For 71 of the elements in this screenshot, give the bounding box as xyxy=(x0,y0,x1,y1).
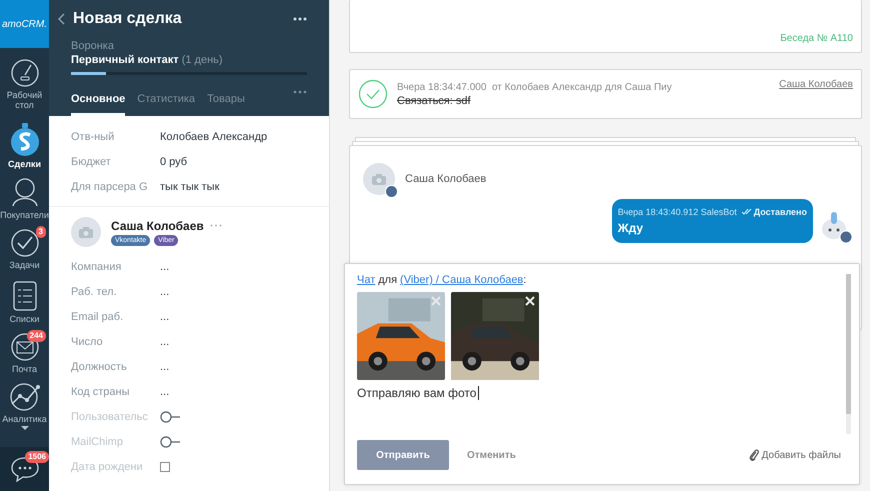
message-text: Жду xyxy=(618,221,644,235)
message-field[interactable]: Отправляю вам фото xyxy=(357,386,847,426)
line-graph-icon xyxy=(8,382,40,412)
count-badge: 244 xyxy=(26,330,46,342)
checkmark-icon xyxy=(10,228,40,258)
field-label: Email раб. xyxy=(71,311,124,323)
vk-badge-icon xyxy=(385,185,398,198)
list-icon xyxy=(12,280,38,312)
dollar-icon xyxy=(10,122,40,157)
caret-icon xyxy=(20,426,28,430)
field-label: Для парсера G xyxy=(71,181,149,193)
gauge-icon xyxy=(10,58,40,88)
task-meta: Вчера 18:34:47.000 от Колобаев Александр для Саша Пиу xyxy=(397,82,672,92)
field-label: MailChimp xyxy=(71,436,124,448)
back-icon[interactable] xyxy=(57,13,65,25)
stage-name[interactable]: Первичный контакт xyxy=(71,54,179,66)
field-value[interactable]: тык тык тык xyxy=(160,181,220,193)
chat-link[interactable]: Чат xyxy=(357,274,376,286)
field-value[interactable]: 0 руб xyxy=(160,156,188,168)
field-label: Код страны xyxy=(71,386,131,398)
more-icon[interactable] xyxy=(293,17,307,21)
recipient-link[interactable]: (Viber) / Саша Колобаев xyxy=(400,274,524,286)
nav-item[interactable]: Сделки xyxy=(0,120,49,172)
field-value[interactable]: ... xyxy=(160,286,170,298)
attach-files-button[interactable]: Добавить файлы xyxy=(742,447,847,463)
nav-item[interactable]: Почта 244 xyxy=(0,328,49,380)
nav-item[interactable]: Аналитика xyxy=(0,380,49,432)
field-label: Число xyxy=(71,336,104,348)
count-badge: 1506 xyxy=(25,451,49,463)
nav-item[interactable]: Задачи 3 xyxy=(0,224,49,276)
field-label: Бюджет xyxy=(71,156,112,168)
field-value[interactable]: ... xyxy=(160,386,170,398)
double-check-icon xyxy=(742,209,752,215)
composer-text: для xyxy=(378,274,398,286)
field-value[interactable]: ... xyxy=(160,361,170,373)
conversation-tag: Беседа № A110 xyxy=(780,33,853,44)
delivery-status: Доставлено xyxy=(742,207,807,217)
count-badge: 3 xyxy=(36,226,46,238)
paperclip-icon xyxy=(748,448,759,462)
tab[interactable]: Основное xyxy=(71,89,126,116)
contact-name: Саша Колобаев xyxy=(405,173,486,185)
field-value[interactable]: Колобаев Александр xyxy=(160,131,268,143)
deal-title: Новая сделка xyxy=(73,10,183,28)
field-value[interactable]: ... xyxy=(160,311,170,323)
pipeline-label: Воронка xyxy=(71,40,115,52)
logo[interactable]: amoCRM. xyxy=(0,0,49,48)
nav-item[interactable]: Списки xyxy=(0,276,49,328)
field-label: Должность xyxy=(71,361,128,373)
message-meta: Вчера 18:43:40.912 SalesBot xyxy=(618,207,737,217)
contact-name[interactable]: Саша Колобаев xyxy=(111,218,204,232)
robot-avatar-icon xyxy=(819,209,853,243)
camera-icon xyxy=(372,174,386,184)
field-label: Пользовательс xyxy=(71,411,149,423)
camera-icon xyxy=(79,226,93,238)
stage-duration: (1 день) xyxy=(182,54,223,66)
close-icon[interactable] xyxy=(525,296,535,306)
scrollbar[interactable] xyxy=(846,274,851,434)
field-label: Дата рождени xyxy=(71,461,144,473)
nav-item[interactable]: Покупатели xyxy=(0,172,49,224)
field-label: Компания xyxy=(71,261,122,273)
field-value[interactable]: ... xyxy=(160,336,170,348)
toggle-icon[interactable] xyxy=(160,436,180,448)
field-label: Раб. тел. xyxy=(71,286,118,298)
field-value[interactable]: ... xyxy=(160,261,170,273)
field-label: Отв-ный xyxy=(71,131,116,143)
task-text: Связаться: sdf xyxy=(397,94,472,106)
toggle-icon[interactable] xyxy=(160,411,180,423)
contact-link[interactable]: Саша Колобаев xyxy=(779,79,853,90)
nav-item[interactable]: Рабочий стол xyxy=(0,48,49,120)
person-icon xyxy=(10,176,40,208)
composer-text: : xyxy=(523,274,526,286)
